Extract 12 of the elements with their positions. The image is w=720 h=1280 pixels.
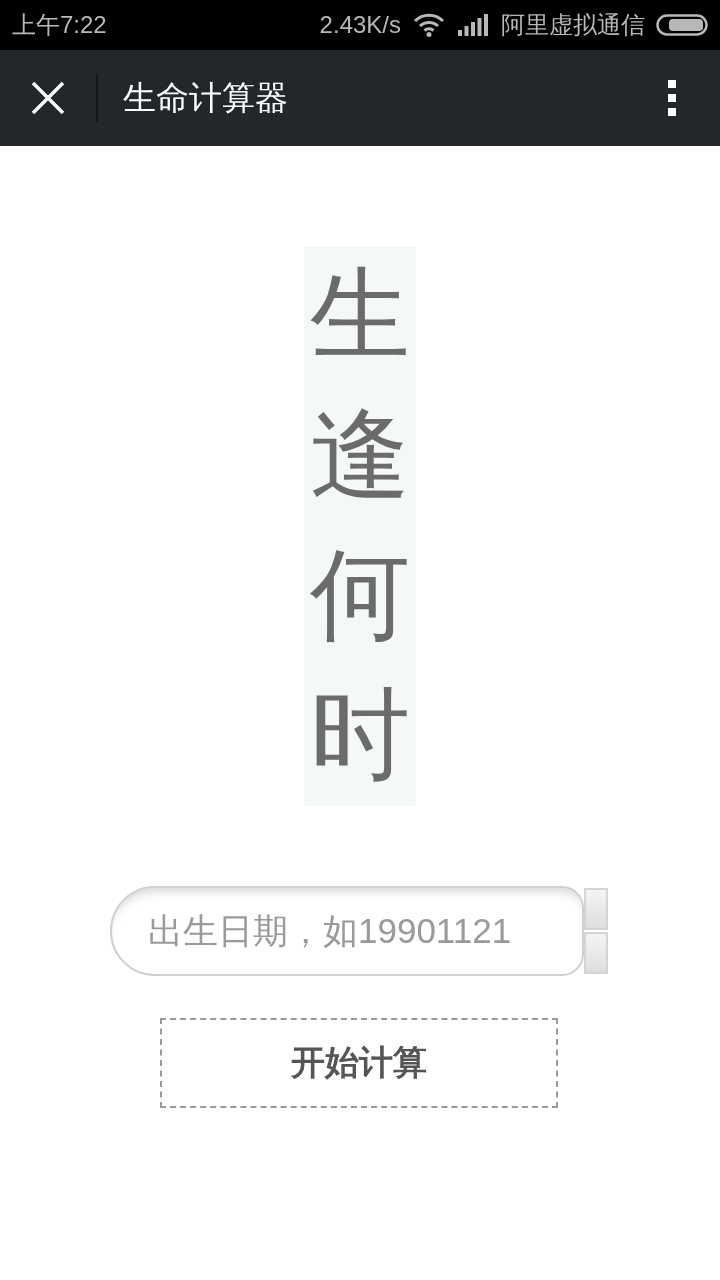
battery-icon [656,14,708,36]
wifi-icon [413,13,445,37]
network-speed: 2.43K/s [319,11,401,39]
more-icon [668,80,676,116]
carrier-name: 阿里虚拟通信 [501,10,645,40]
start-button[interactable]: 开始计算 [160,1018,558,1108]
status-time: 上午7:22 [12,10,107,40]
close-icon [31,81,65,115]
vertical-title: 生逢何时 [304,246,416,806]
birth-date-field[interactable]: 出生日期，如19901121 [110,886,584,976]
signal-icon [458,14,488,36]
page-title: 生命计算器 [123,77,288,118]
